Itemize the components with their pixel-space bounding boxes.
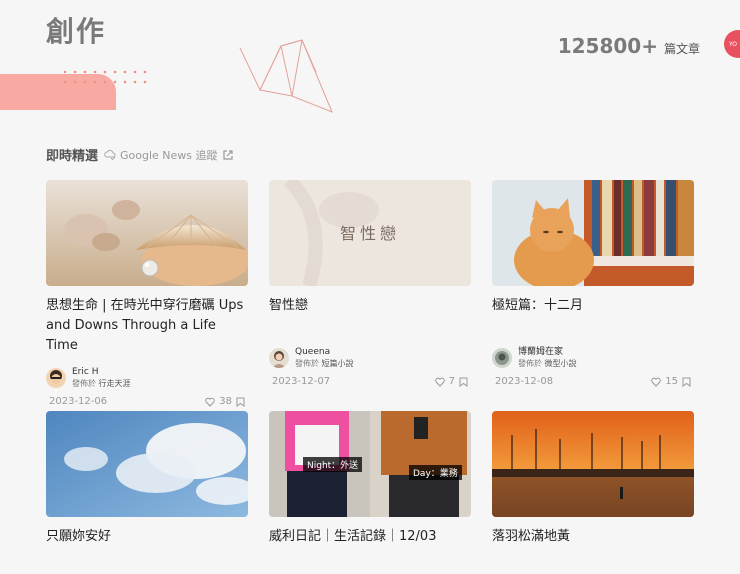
decorative-polygon-lines (239, 39, 333, 113)
heart-icon[interactable] (434, 377, 445, 387)
article-card[interactable]: 極短篇：十二月 博蘭姆在家 發佈於 微型小說 2023-12-08 15 (492, 180, 694, 387)
like-count: 7 (448, 376, 455, 387)
page-title: 創作 (46, 15, 107, 48)
article-count: 125800+ 篇文章 (558, 34, 700, 58)
article-title[interactable]: 只願妳安好 (46, 527, 248, 547)
publication-name[interactable]: 短篇小說 (322, 359, 354, 368)
article-meta: 2023-12-07 7 (269, 376, 471, 387)
heart-icon[interactable] (651, 377, 662, 387)
article-card[interactable]: 智性戀 智性戀 Queena 發佈於 短篇小說 2023-12-07 7 (269, 180, 471, 387)
author-info[interactable]: 博蘭姆在家 發佈於 微型小說 (492, 346, 694, 370)
like-count: 15 (665, 376, 678, 387)
thumbnail-text: 智性戀 (339, 224, 400, 243)
bookmark-icon[interactable] (682, 377, 691, 387)
author-info[interactable]: Eric H 發佈於 行走天涯 (46, 366, 248, 390)
article-date: 2023-12-08 (495, 376, 554, 387)
article-date: 2023-12-07 (272, 376, 331, 387)
article-thumbnail-seashell[interactable] (46, 180, 248, 286)
heart-icon[interactable] (205, 397, 216, 407)
article-title[interactable]: 威利日記｜生活記錄｜12/03 (269, 527, 471, 547)
publication-name[interactable]: 行走天涯 (99, 379, 131, 388)
decorative-dots (60, 67, 150, 89)
article-title[interactable]: 極短篇：十二月 (492, 296, 694, 316)
google-news-icon (104, 149, 116, 160)
bookmark-icon[interactable] (459, 377, 468, 387)
article-title[interactable]: 智性戀 (269, 296, 471, 316)
article-card[interactable]: 思想生命 | 在時光中穿行磨礪 Ups and Downs Through a … (46, 180, 248, 407)
author-avatar[interactable] (46, 368, 66, 388)
author-name[interactable]: Queena (295, 346, 354, 358)
author-info[interactable]: Queena 發佈於 短篇小說 (269, 346, 471, 370)
google-news-follow-link[interactable]: Google News 追蹤 (104, 147, 234, 163)
published-in: 發佈於 行走天涯 (72, 379, 131, 388)
article-card[interactable]: Night：外送 Day：業務 威利日記｜生活記錄｜12/03 (269, 411, 471, 547)
article-thumbnail-cat[interactable] (492, 180, 694, 286)
article-card[interactable]: 落羽松滿地黃 (492, 411, 694, 547)
google-news-label: Google News 追蹤 (120, 148, 218, 162)
article-meta: 2023-12-08 15 (492, 376, 694, 387)
section-header: 即時精選 Google News 追蹤 (46, 145, 234, 164)
night-label: Night：外送 (303, 457, 363, 472)
article-card[interactable]: 只願妳安好 (46, 411, 248, 547)
article-title[interactable]: 落羽松滿地黃 (492, 527, 694, 547)
author-avatar[interactable] (269, 348, 289, 368)
article-title[interactable]: 思想生命 | 在時光中穿行磨礪 Ups and Downs Through a … (46, 296, 248, 356)
published-in: 發佈於 微型小說 (518, 359, 577, 368)
article-thumbnail-sapiosexual[interactable]: 智性戀 (269, 180, 471, 286)
publication-name[interactable]: 微型小說 (545, 359, 577, 368)
like-count: 38 (219, 396, 232, 407)
article-count-number: 125800+ (557, 34, 658, 58)
author-name[interactable]: Eric H (72, 366, 131, 378)
author-name[interactable]: 博蘭姆在家 (518, 346, 577, 358)
article-thumbnail-sunset[interactable] (492, 411, 694, 517)
day-label: Day：業務 (409, 465, 462, 480)
side-floating-badge[interactable]: YO (724, 30, 740, 58)
author-avatar[interactable] (492, 348, 512, 368)
section-title: 即時精選 (46, 149, 99, 164)
article-thumbnail-delivery[interactable]: Night：外送 Day：業務 (269, 411, 471, 517)
bookmark-icon[interactable] (236, 397, 245, 407)
article-meta: 2023-12-06 38 (46, 396, 248, 407)
published-in: 發佈於 短篇小說 (295, 359, 354, 368)
article-thumbnail-sky[interactable] (46, 411, 248, 517)
external-link-icon (222, 149, 233, 160)
article-count-unit: 篇文章 (663, 42, 700, 56)
article-date: 2023-12-06 (49, 396, 108, 407)
